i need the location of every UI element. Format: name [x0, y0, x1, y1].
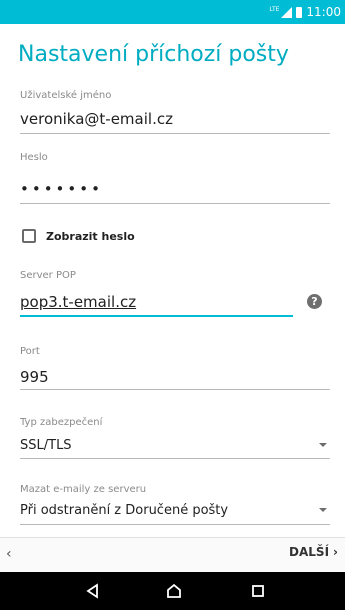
username-input[interactable]: veronika@t-email.cz	[20, 110, 173, 128]
recent-apps-icon[interactable]	[248, 572, 268, 610]
password-label: Heslo	[20, 152, 48, 163]
network-label: LTE	[269, 5, 280, 13]
server-underline	[20, 315, 293, 317]
home-icon[interactable]	[164, 572, 184, 610]
delete-select[interactable]: Při odstranění z Doručené pošty	[20, 503, 228, 518]
status-icons: LTE 11:00	[269, 0, 341, 24]
show-password-label: Zobrazit heslo	[46, 230, 135, 243]
delete-underline	[20, 524, 330, 525]
show-password-checkbox[interactable]	[22, 229, 36, 243]
security-select[interactable]: SSL/TLS	[20, 438, 72, 453]
chevron-down-icon[interactable]	[319, 508, 327, 512]
clock: 11:00	[306, 5, 341, 19]
port-label: Port	[20, 346, 40, 357]
next-button[interactable]: DALŠÍ ›	[289, 545, 338, 559]
server-input[interactable]: pop3.t-email.cz	[20, 293, 136, 311]
chevron-down-icon[interactable]	[319, 443, 327, 447]
port-input[interactable]: 995	[20, 368, 49, 386]
triangle-back-icon[interactable]	[82, 572, 102, 610]
back-chevron-icon[interactable]: ‹	[6, 546, 12, 562]
server-label: Server POP	[20, 270, 76, 281]
username-underline	[20, 133, 330, 134]
page-title: Nastavení příchozí pošty	[18, 42, 289, 67]
chevron-right-icon: ›	[333, 545, 338, 559]
next-label: DALŠÍ	[289, 545, 330, 559]
password-input[interactable]: •••••••	[20, 180, 103, 198]
signal-icon	[281, 6, 293, 18]
help-icon[interactable]: ?	[307, 294, 322, 309]
password-underline	[20, 203, 330, 204]
security-underline	[20, 458, 330, 459]
security-label: Typ zabezpečení	[20, 417, 103, 428]
status-bar: LTE 11:00	[0, 0, 345, 24]
port-underline	[20, 389, 330, 390]
delete-label: Mazat e-maily ze serveru	[20, 484, 147, 495]
battery-icon	[296, 6, 303, 18]
nav-bar	[0, 572, 345, 610]
username-label: Uživatelské jméno	[20, 90, 112, 101]
